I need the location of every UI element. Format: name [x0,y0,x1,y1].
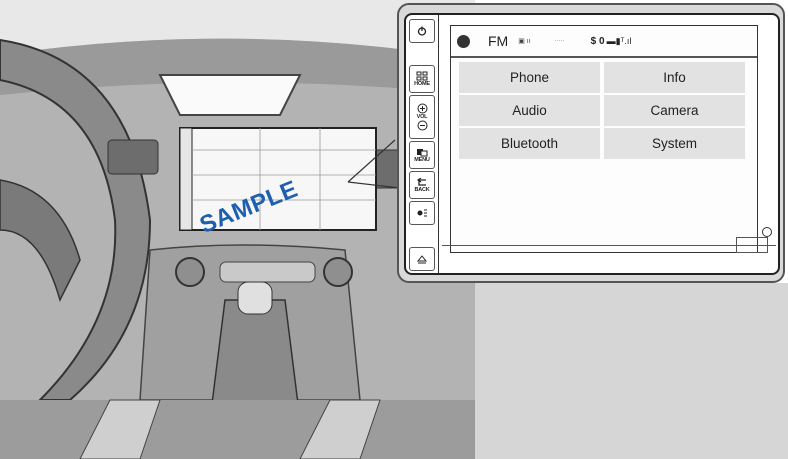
menu-tile-label: Audio [512,103,547,118]
back-icon [416,177,426,186]
source-label: FM [488,33,509,49]
audio-unit: HOME VOL MENU BACK FM ▣ ıı ····· $ 0 ▬▮ᵀ… [404,13,780,275]
menu-button[interactable]: MENU [409,141,435,169]
brightness-icon [417,209,427,217]
brightness-button[interactable] [409,201,435,225]
power-icon [417,26,427,36]
background-panel [475,283,788,459]
menu-tile-label: Bluetooth [500,136,559,151]
home-label: HOME [414,81,430,87]
frame-detail [736,237,768,253]
menu-tile-label: Phone [509,70,550,85]
menu-icon [417,148,428,156]
menu-tile-audio[interactable]: Audio [459,95,600,126]
menu-tile-label: System [651,136,697,151]
menu-label: MENU [414,156,430,163]
volume-minus-icon [417,120,427,131]
menu-tile-info[interactable]: Info [604,62,745,93]
menu-tile-camera[interactable]: Camera [604,95,745,126]
home-icon [416,71,428,81]
settings-gear-icon[interactable] [457,34,470,48]
eject-icon [417,255,427,264]
menu-tile-label: Camera [650,103,699,118]
touch-screen: FM ▣ ıı ····· $ 0 ▬▮ᵀ.ıl Phone Info Audi… [450,25,758,253]
back-button[interactable]: BACK [409,171,435,199]
audio-icon: ▣ ıı [518,38,531,45]
eject-button[interactable] [409,247,435,271]
frame-line [442,245,776,246]
menu-tile-phone[interactable]: Phone [459,62,600,93]
back-label: BACK [414,186,430,193]
menu-tile-label: Info [663,70,686,85]
phone-icon: $ 0 [590,35,605,47]
corner-knob-icon [762,227,772,237]
side-button-column: HOME VOL MENU BACK [406,15,439,273]
power-button[interactable] [409,19,435,43]
volume-knob[interactable]: VOL [409,95,435,139]
signal-icon: ····· [554,38,565,44]
volume-plus-icon [417,103,427,114]
home-button[interactable]: HOME [409,65,435,93]
menu-tile-bluetooth[interactable]: Bluetooth [459,128,600,159]
battery-icon: ▬▮ᵀ.ıl [606,35,632,46]
status-bar: FM ▣ ıı ····· $ 0 ▬▮ᵀ.ıl [451,26,757,58]
menu-tile-system[interactable]: System [604,128,745,159]
